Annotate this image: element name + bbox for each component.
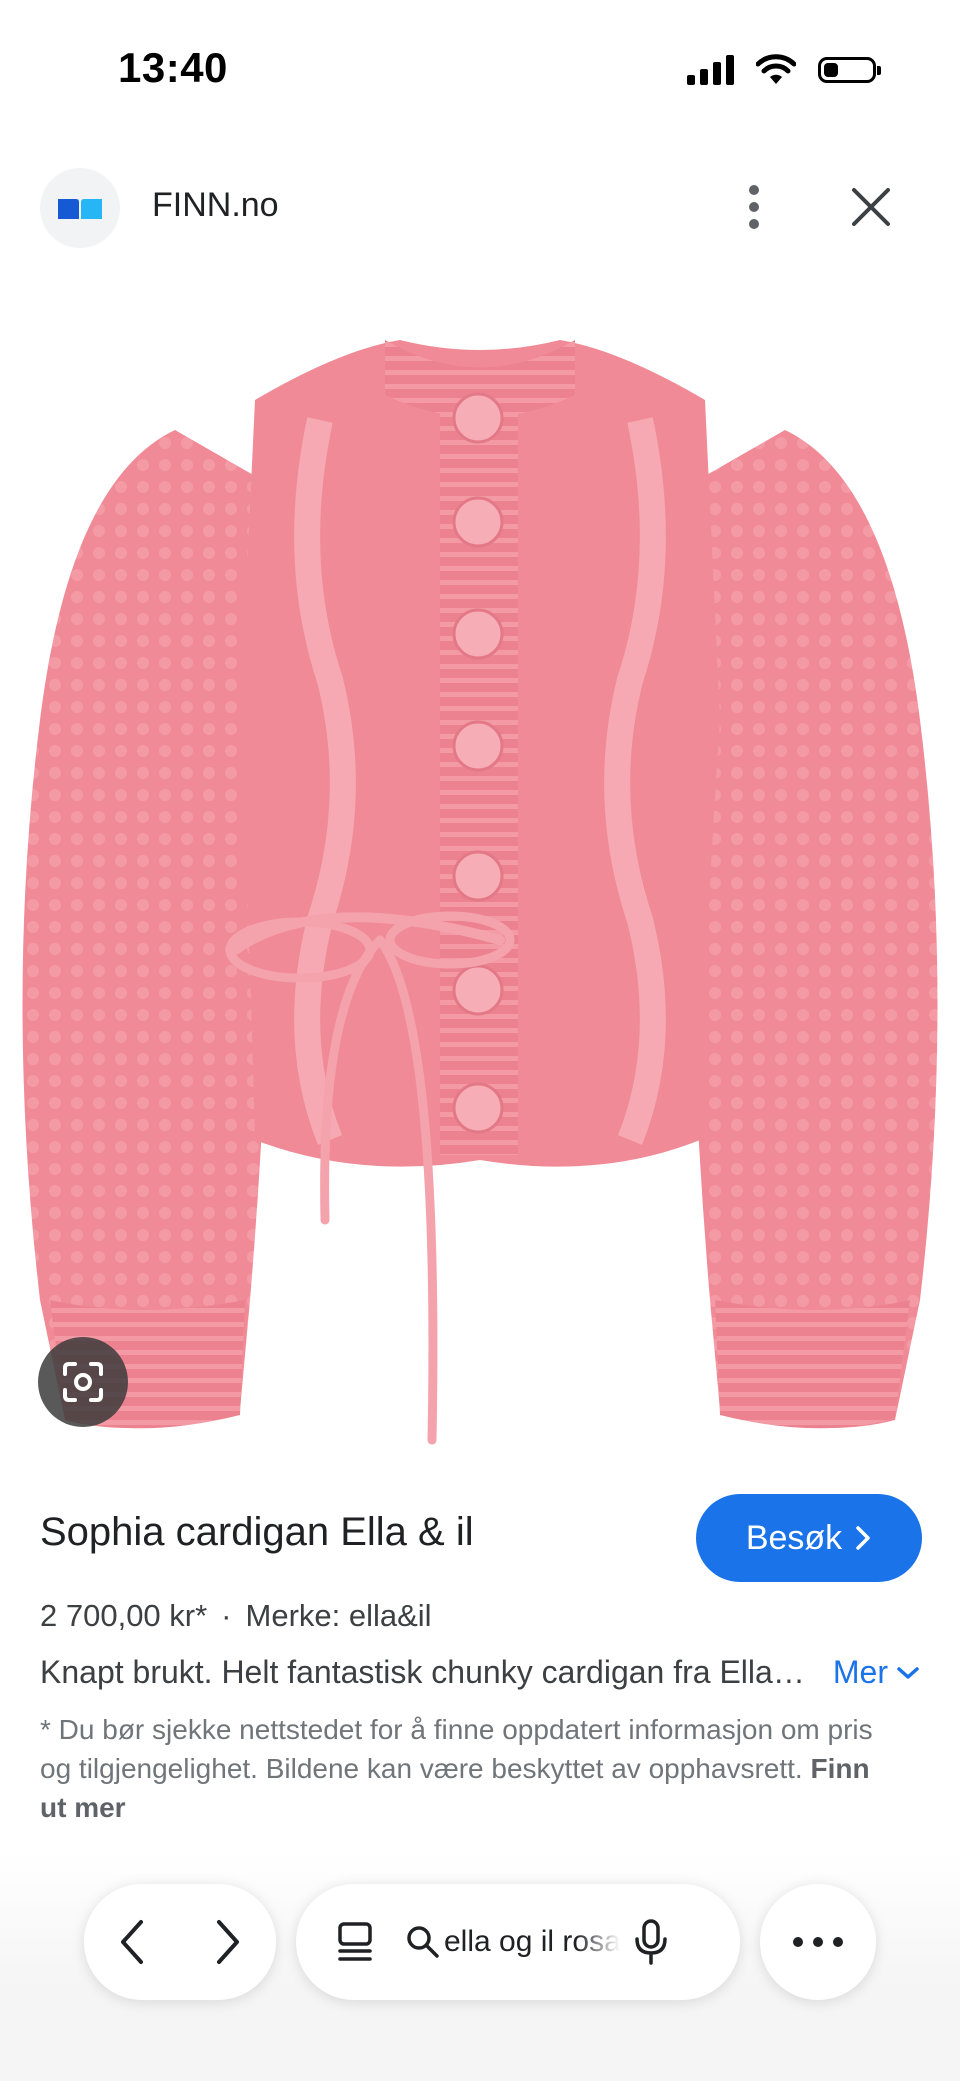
- more-horiz-icon: [793, 1937, 843, 1947]
- more-options-button[interactable]: [760, 1884, 876, 2000]
- status-time: 13:40: [118, 44, 228, 91]
- more-button[interactable]: Mer: [833, 1654, 920, 1691]
- site-logo[interactable]: [40, 168, 120, 248]
- more-vert-icon[interactable]: [742, 182, 766, 232]
- site-name[interactable]: FINN.no: [152, 186, 279, 225]
- finn-logo-icon: [58, 199, 102, 219]
- battery-icon: [818, 57, 881, 83]
- meta-separator: ·: [221, 1598, 232, 1633]
- right-sleeve: [689, 430, 938, 1428]
- product-title[interactable]: Sophia cardigan Ella & il: [40, 1510, 474, 1555]
- chevron-right-icon: [856, 1526, 870, 1550]
- status-icons: [687, 50, 881, 90]
- description: Knapt brukt. Helt fantastisk chunky card…: [40, 1654, 809, 1690]
- disclaimer: * Du bør sjekke nettstedet for å finne o…: [40, 1710, 890, 1827]
- visit-button[interactable]: Besøk: [696, 1494, 922, 1582]
- description-row: Knapt brukt. Helt fantastisk chunky card…: [40, 1654, 920, 1691]
- close-icon[interactable]: [846, 182, 896, 232]
- signal-icon: [687, 55, 734, 85]
- more-label: Mer: [832, 1654, 888, 1690]
- price: 2 700,00 kr*: [40, 1598, 208, 1633]
- back-icon[interactable]: [117, 1918, 147, 1966]
- search-query[interactable]: ella og il rosa: [444, 1925, 620, 1959]
- product-image[interactable]: [0, 300, 960, 1450]
- visit-label: Besøk: [745, 1518, 843, 1557]
- search-pill[interactable]: ella og il rosa: [296, 1884, 740, 2000]
- lens-icon: [63, 1362, 103, 1402]
- disclaimer-text: * Du bør sjekke nettstedet for å finne o…: [40, 1714, 873, 1784]
- chevron-down-icon: [897, 1666, 919, 1679]
- tabs-icon[interactable]: [334, 1920, 378, 1964]
- lens-button[interactable]: [38, 1337, 128, 1427]
- left-sleeve: [22, 430, 271, 1428]
- forward-icon[interactable]: [213, 1918, 243, 1966]
- product-meta: 2 700,00 kr* · Merke: ella&il: [40, 1598, 432, 1634]
- brand: Merke: ella&il: [245, 1598, 432, 1633]
- search-icon: [407, 1926, 439, 1958]
- nav-pill: [84, 1884, 276, 2000]
- wifi-icon: [756, 54, 796, 84]
- mic-icon[interactable]: [634, 1919, 668, 1965]
